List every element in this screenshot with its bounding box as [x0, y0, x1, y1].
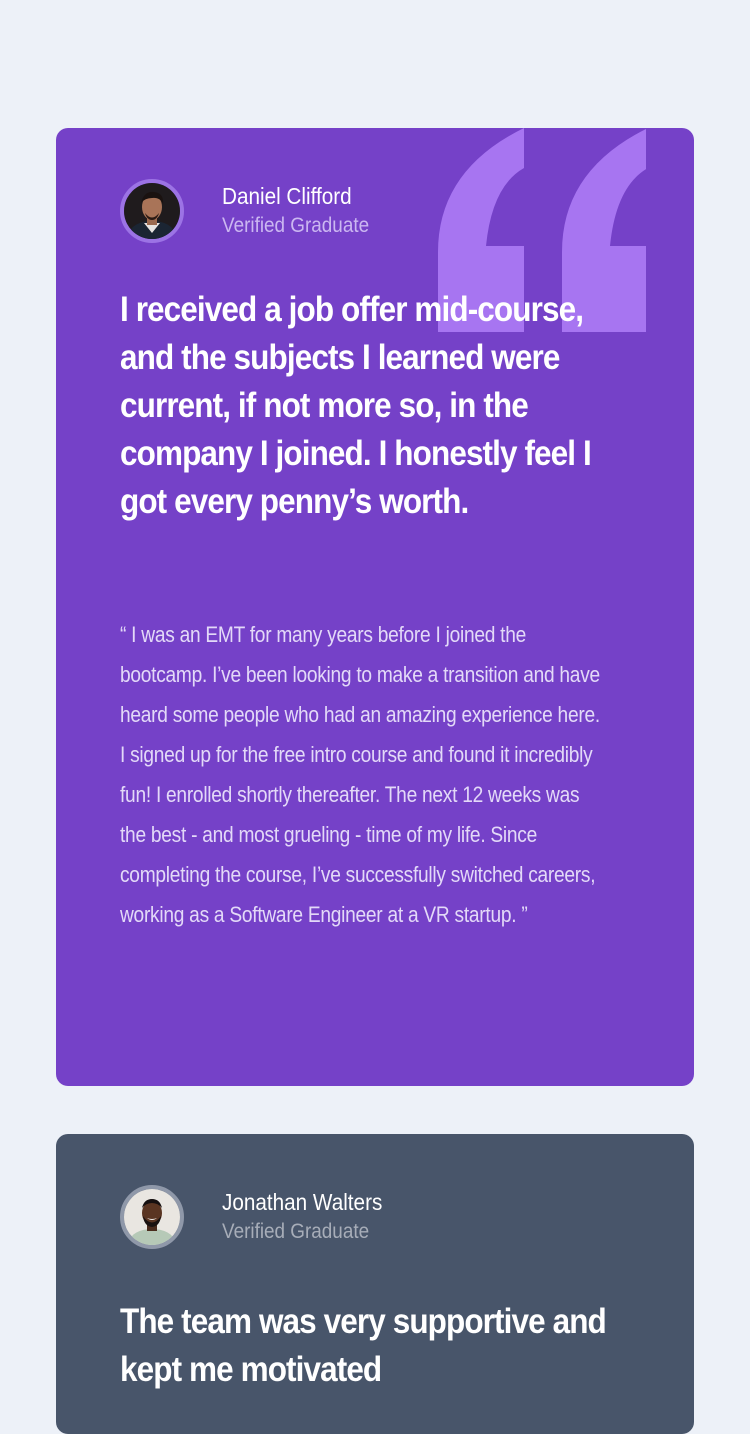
author-name: Jonathan Walters	[222, 1189, 383, 1215]
author-status: Verified Graduate	[222, 214, 370, 237]
testimonial-body: “ I was an EMT for many years before I j…	[120, 622, 600, 927]
author-name: Daniel Clifford	[222, 183, 352, 209]
avatar-daniel-clifford	[120, 179, 184, 243]
testimonial-card-jonathan: Jonathan Walters Verified Graduate The t…	[56, 1134, 694, 1434]
testimonial-headline: I received a job offer mid-course, and t…	[120, 290, 592, 521]
author-status: Verified Graduate	[222, 1220, 370, 1243]
testimonial-headline: The team was very supportive and kept me…	[120, 1302, 607, 1389]
author-info: Jonathan Walters Verified Graduate	[120, 1182, 400, 1252]
avatar-jonathan-walters	[120, 1185, 184, 1249]
testimonial-card-daniel: Daniel Clifford Verified Graduate I rece…	[56, 128, 694, 1086]
author-info: Daniel Clifford Verified Graduate	[120, 176, 385, 246]
